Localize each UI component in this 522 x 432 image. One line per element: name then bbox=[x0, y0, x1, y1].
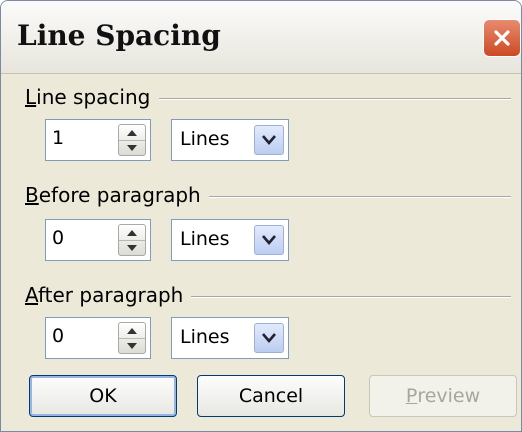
spin-down-button[interactable] bbox=[119, 338, 145, 353]
after-paragraph-value-input[interactable]: 0 bbox=[45, 317, 151, 359]
chevron-down-icon bbox=[262, 235, 276, 245]
after-paragraph-label: After paragraph bbox=[25, 283, 184, 307]
before-paragraph-unit-select[interactable]: Lines bbox=[171, 219, 289, 261]
before-paragraph-spinner[interactable] bbox=[118, 224, 146, 256]
line-spacing-value: 1 bbox=[52, 127, 65, 149]
line-spacing-separator bbox=[159, 98, 511, 100]
chevron-down-icon bbox=[262, 333, 276, 343]
up-arrow-icon bbox=[127, 229, 137, 236]
preview-key-letter: P bbox=[405, 385, 418, 407]
before-paragraph-value: 0 bbox=[52, 227, 65, 249]
after-paragraph-unit-select[interactable]: Lines bbox=[171, 317, 289, 359]
line-spacing-spinner[interactable] bbox=[118, 124, 146, 156]
spin-up-button[interactable] bbox=[119, 125, 145, 141]
line-spacing-unit-select[interactable]: Lines bbox=[171, 119, 289, 161]
line-spacing-value-input[interactable]: 1 bbox=[45, 119, 151, 161]
after-paragraph-spinner[interactable] bbox=[118, 322, 146, 354]
down-arrow-icon bbox=[127, 244, 137, 251]
after-paragraph-unit: Lines bbox=[180, 326, 230, 348]
line-spacing-dialog: Line Spacing Line spacing 1 Lines Before… bbox=[0, 0, 522, 432]
after-paragraph-separator bbox=[191, 296, 511, 298]
down-arrow-icon bbox=[127, 144, 137, 151]
dropdown-button[interactable] bbox=[254, 323, 284, 353]
title-bar[interactable]: Line Spacing bbox=[1, 1, 521, 74]
dialog-title: Line Spacing bbox=[17, 19, 221, 52]
line-spacing-label: Line spacing bbox=[25, 85, 151, 109]
dropdown-button[interactable] bbox=[254, 225, 284, 255]
after-paragraph-value: 0 bbox=[52, 325, 65, 347]
close-icon bbox=[494, 30, 510, 46]
cancel-button[interactable]: Cancel bbox=[197, 375, 345, 417]
spin-up-button[interactable] bbox=[119, 323, 145, 339]
before-paragraph-separator bbox=[209, 196, 511, 198]
dropdown-button[interactable] bbox=[254, 125, 284, 155]
up-arrow-icon bbox=[127, 327, 137, 334]
before-paragraph-label: Before paragraph bbox=[25, 183, 201, 207]
spin-down-button[interactable] bbox=[119, 240, 145, 255]
spin-down-button[interactable] bbox=[119, 140, 145, 155]
line-spacing-unit: Lines bbox=[180, 128, 230, 150]
close-button[interactable] bbox=[483, 19, 521, 57]
preview-button[interactable]: Preview bbox=[369, 375, 517, 417]
preview-label: review bbox=[417, 385, 481, 407]
spin-up-button[interactable] bbox=[119, 225, 145, 241]
before-paragraph-unit: Lines bbox=[180, 228, 230, 250]
ok-button[interactable]: OK bbox=[29, 375, 177, 417]
up-arrow-icon bbox=[127, 129, 137, 136]
before-paragraph-value-input[interactable]: 0 bbox=[45, 219, 151, 261]
chevron-down-icon bbox=[262, 135, 276, 145]
down-arrow-icon bbox=[127, 342, 137, 349]
